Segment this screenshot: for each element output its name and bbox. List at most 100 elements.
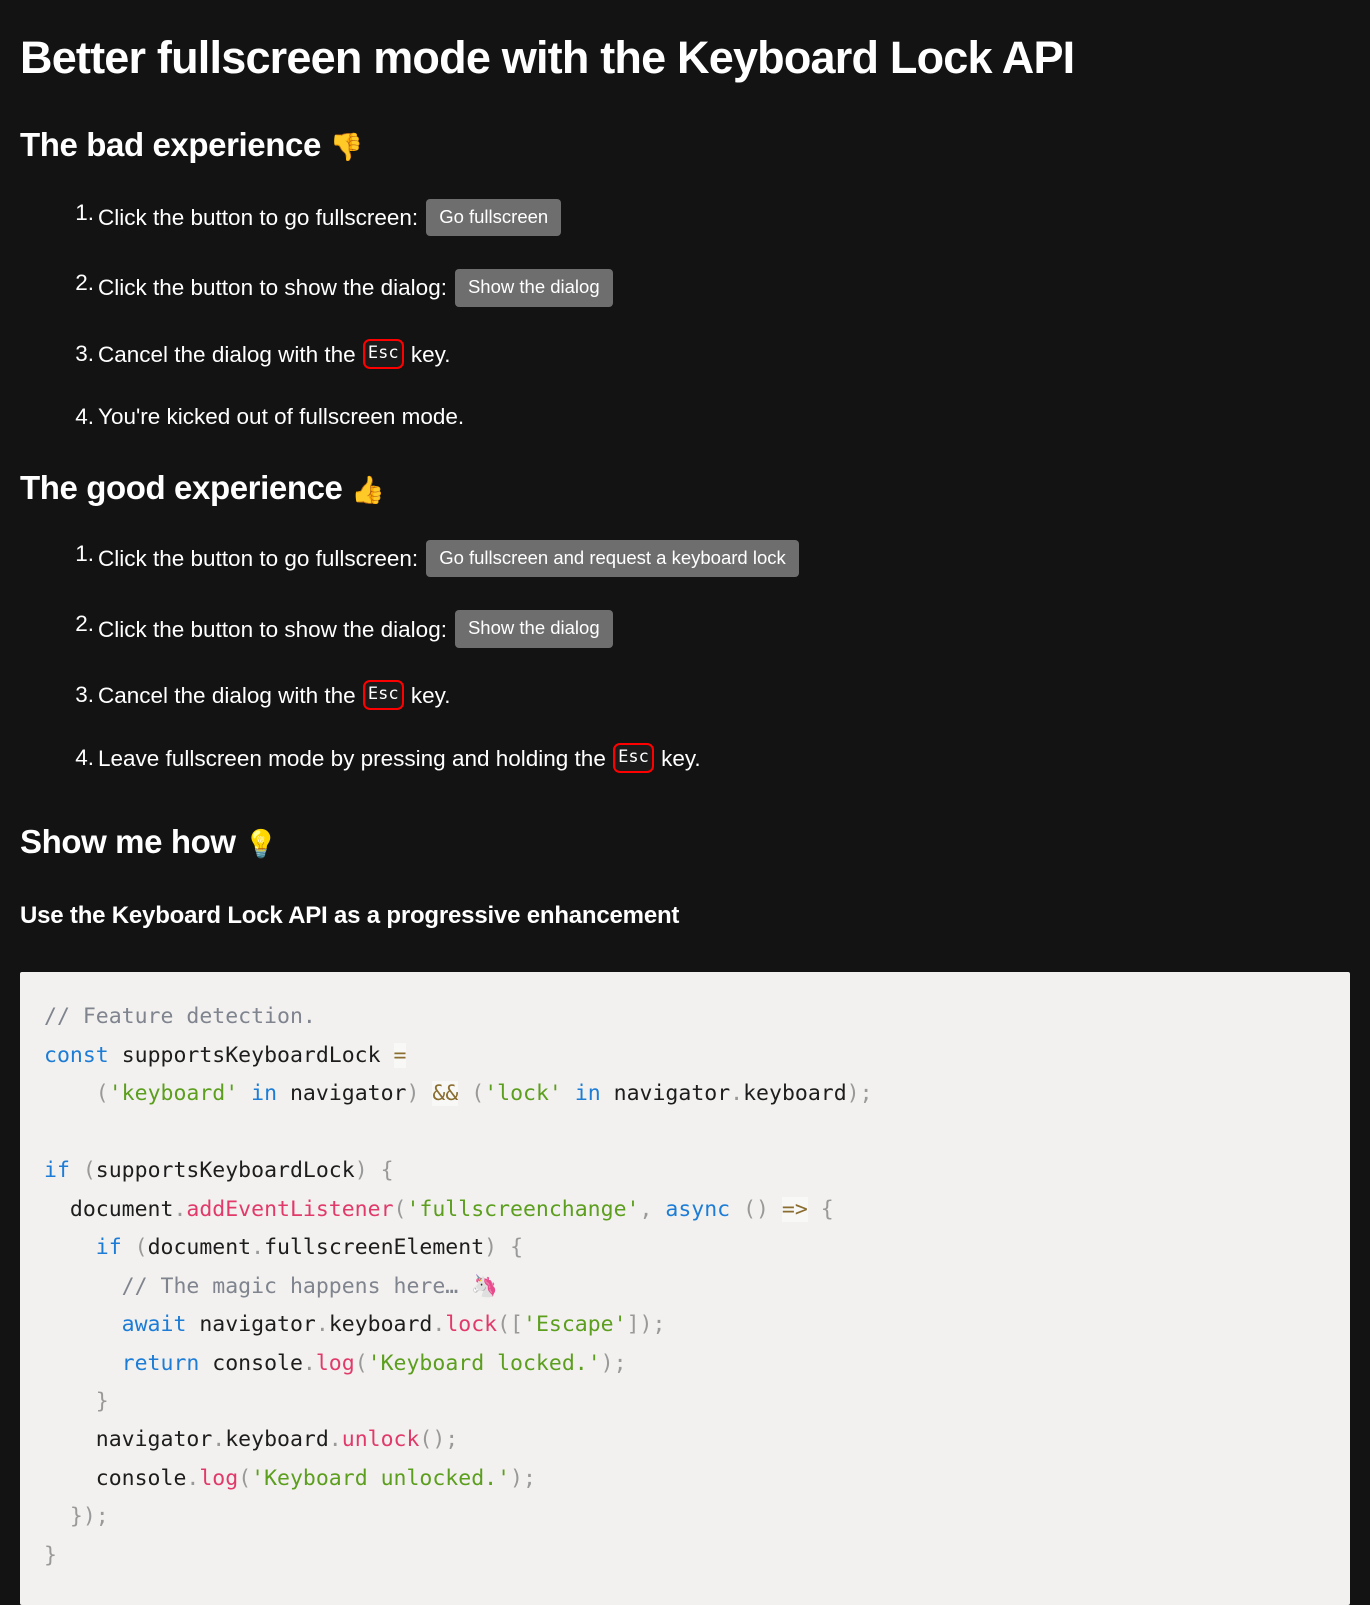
code-punct: . <box>173 1196 187 1222</box>
code-keyword: in <box>251 1081 278 1107</box>
code-comment: // Feature detection. <box>44 1004 316 1030</box>
code-identifier: navigator <box>199 1312 316 1338</box>
step-text: Click the button to show the dialog: <box>98 616 447 642</box>
code-identifier: supportsKeyboardLock <box>95 1158 355 1184</box>
code-string: 'Keyboard unlocked.' <box>251 1465 511 1491</box>
step-text: Click the button to go fullscreen: <box>98 204 419 230</box>
code-punct: . <box>186 1465 200 1491</box>
code-identifier: navigator <box>95 1427 213 1453</box>
list-item: Click the button to go fullscreen: Go fu… <box>66 198 1350 237</box>
code-identifier: console <box>95 1465 187 1491</box>
code-punct: ); <box>510 1465 536 1491</box>
step-text: Leave fullscreen mode by pressing and ho… <box>98 746 613 772</box>
code-keyword: return <box>121 1350 200 1376</box>
code-punct: . <box>730 1081 744 1107</box>
code-property: fullscreenElement <box>264 1235 485 1261</box>
thumbs-up-icon: 👍 <box>351 474 385 506</box>
code-identifier: document <box>147 1235 252 1261</box>
article-page: Better fullscreen mode with the Keyboard… <box>0 0 1370 1605</box>
code-punct: } <box>95 1388 109 1414</box>
code-punct: ( <box>95 1081 109 1107</box>
code-function: addEventListener <box>186 1196 394 1222</box>
code-operator: => <box>781 1196 808 1222</box>
list-item: Click the button to show the dialog: Sho… <box>66 610 1350 648</box>
section-heading-howto-text: Show me how <box>20 822 245 860</box>
code-punct: }); <box>69 1504 109 1530</box>
code-punct: } <box>44 1542 57 1568</box>
code-punct: ( <box>393 1196 407 1222</box>
list-item: You're kicked out of fullscreen mode. <box>66 403 1350 430</box>
list-item: Click the button to go fullscreen: Go fu… <box>66 539 1350 578</box>
code-punct: ) <box>354 1158 368 1184</box>
code-identifier: supportsKeyboardLock <box>121 1042 381 1068</box>
step-text-after: key. <box>654 746 701 772</box>
code-punct: ( <box>238 1465 252 1491</box>
code-keyword: if <box>95 1235 122 1261</box>
subsection-heading-progressive-enhancement: Use the Keyboard Lock API as a progressi… <box>20 902 680 930</box>
step-text: Click the button to go fullscreen: <box>98 546 419 572</box>
code-operator: && <box>432 1081 459 1107</box>
show-the-dialog-button[interactable]: Show the dialog <box>454 610 613 648</box>
good-experience-steps: Click the button to go fullscreen: Go fu… <box>20 539 1350 774</box>
code-function: log <box>199 1465 239 1491</box>
light-bulb-icon: 💡 <box>244 828 278 860</box>
bad-experience-steps: Click the button to go fullscreen: Go fu… <box>20 198 1350 430</box>
code-keyword: await <box>121 1312 187 1338</box>
code-punct: ) <box>406 1081 420 1107</box>
code-punct: ([ <box>497 1312 523 1338</box>
code-punct: ( <box>134 1235 148 1261</box>
code-punct: { <box>820 1196 834 1222</box>
esc-key-badge: Esc <box>613 742 654 773</box>
code-keyword: in <box>574 1081 601 1107</box>
list-item: Click the button to show the dialog: Sho… <box>66 269 1350 307</box>
code-punct: . <box>251 1235 265 1261</box>
section-heading-good-text: The good experience <box>20 468 352 506</box>
section-heading-show-me-how: Show me how 💡 <box>20 774 1350 860</box>
code-punct: . <box>328 1427 342 1453</box>
code-keyword: const <box>44 1042 109 1068</box>
code-string: 'Keyboard locked.' <box>367 1350 601 1376</box>
code-property: keyboard <box>225 1427 329 1453</box>
code-punct: ]); <box>626 1312 666 1338</box>
page-title: Better fullscreen mode with the Keyboard… <box>20 32 1075 83</box>
code-punct: ); <box>846 1081 873 1107</box>
thumbs-down-icon: 👎 <box>329 132 364 164</box>
code-punct: () <box>743 1196 769 1222</box>
code-punct: ) <box>484 1235 498 1261</box>
code-punct: ( <box>82 1158 96 1184</box>
code-punct: ); <box>600 1350 627 1376</box>
step-text: Cancel the dialog with the <box>98 342 362 368</box>
code-identifier: navigator <box>613 1081 731 1107</box>
show-the-dialog-button[interactable]: Show the dialog <box>454 269 613 307</box>
code-identifier: document <box>69 1196 174 1222</box>
code-operator: = <box>393 1042 407 1068</box>
code-keyword: if <box>44 1158 70 1184</box>
go-fullscreen-button[interactable]: Go fullscreen <box>426 198 562 237</box>
section-heading-bad-text: The bad experience <box>20 126 330 164</box>
code-punct: { <box>380 1158 394 1184</box>
section-heading-bad-experience: The bad experience 👎 <box>20 81 1350 163</box>
code-punct: . <box>212 1427 226 1453</box>
go-fullscreen-keyboard-lock-button[interactable]: Go fullscreen and request a keyboard loc… <box>426 539 799 578</box>
code-punct: { <box>510 1235 524 1261</box>
code-punct: ( <box>471 1081 485 1107</box>
list-item: Cancel the dialog with the Esc key. <box>66 338 1350 370</box>
esc-key-badge: Esc <box>362 338 404 369</box>
code-identifier: navigator <box>289 1081 407 1107</box>
code-property: keyboard <box>743 1081 847 1107</box>
code-function: lock <box>445 1312 498 1338</box>
list-item: Cancel the dialog with the Esc key. <box>66 679 1350 711</box>
code-keyword: async <box>665 1196 731 1222</box>
code-string: 'Escape' <box>523 1312 627 1338</box>
code-content: // Feature detection. const supportsKeyb… <box>44 998 1326 1575</box>
code-string: 'lock' <box>484 1081 562 1107</box>
code-punct: . <box>432 1312 446 1338</box>
unicorn-icon: 🦄 <box>471 1273 498 1299</box>
code-punct: (); <box>419 1427 459 1453</box>
code-punct: , <box>639 1196 653 1222</box>
code-identifier: console <box>212 1350 303 1376</box>
code-punct: . <box>302 1350 316 1376</box>
section-heading-good-experience: The good experience 👍 <box>20 430 1350 506</box>
code-string: 'keyboard' <box>108 1081 239 1107</box>
list-item: Leave fullscreen mode by pressing and ho… <box>66 742 1350 774</box>
